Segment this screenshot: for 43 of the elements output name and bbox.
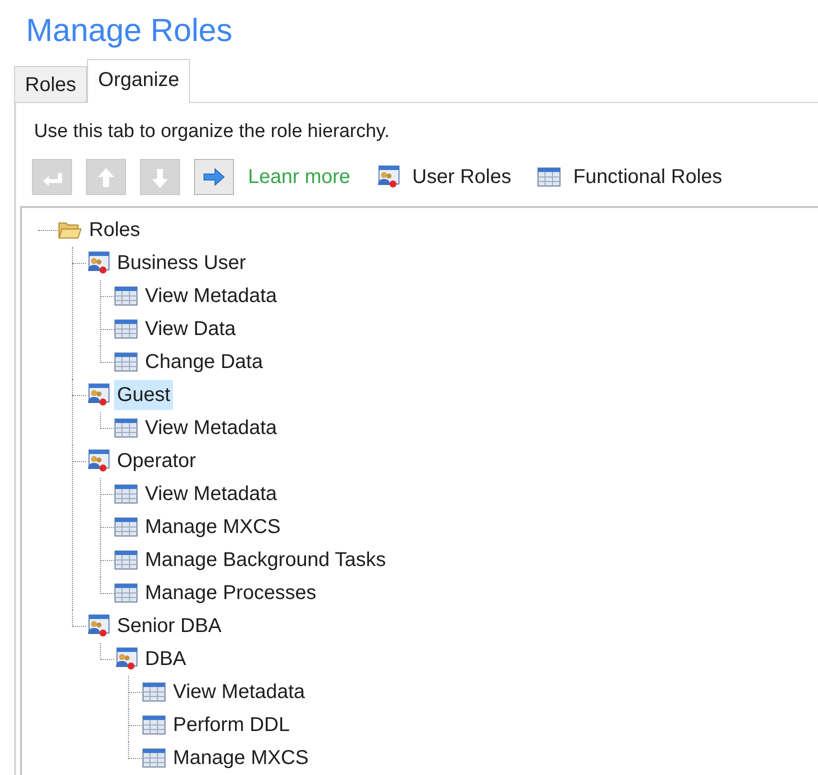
tree-item[interactable]: View Metadata bbox=[142, 413, 280, 443]
tree-item[interactable]: Roles bbox=[86, 215, 144, 245]
tree-item[interactable]: Perform DDL bbox=[170, 710, 293, 740]
table-icon bbox=[114, 550, 138, 570]
tree-item[interactable]: Change Data bbox=[142, 347, 266, 377]
tree-item[interactable]: Operator bbox=[114, 446, 199, 476]
tree-item[interactable]: View Metadata bbox=[170, 677, 308, 707]
tree-item[interactable]: Manage Processes bbox=[142, 578, 320, 608]
tab[interactable]: Roles bbox=[14, 66, 88, 102]
user-role-icon bbox=[86, 449, 110, 473]
move-right-button[interactable] bbox=[194, 158, 234, 194]
folder-icon bbox=[58, 220, 82, 240]
user-role-icon bbox=[86, 614, 110, 638]
description-text: Use this tab to organize the role hierarchy. bbox=[34, 120, 391, 144]
tree-item[interactable]: View Metadata bbox=[142, 281, 280, 311]
tree-item[interactable]: Senior DBA bbox=[114, 611, 224, 641]
user-role-icon bbox=[86, 383, 110, 407]
tree-item[interactable]: Guest bbox=[114, 380, 174, 410]
tree-item[interactable]: View Data bbox=[142, 314, 239, 344]
table-icon bbox=[142, 682, 166, 702]
user-roles-button[interactable]: User Roles bbox=[376, 162, 512, 192]
table-icon bbox=[114, 352, 138, 372]
tree-item[interactable]: Manage Background Tasks bbox=[142, 545, 389, 575]
tab[interactable]: Organize bbox=[87, 59, 190, 103]
tree-item[interactable]: Business User bbox=[114, 248, 249, 278]
tree-item[interactable]: Manage MXCS bbox=[142, 512, 284, 542]
functional-roles-button[interactable]: Functional Roles bbox=[537, 162, 722, 192]
table-icon bbox=[114, 286, 138, 306]
table-icon bbox=[537, 166, 562, 186]
table-icon bbox=[142, 748, 166, 768]
table-icon bbox=[114, 583, 138, 603]
page-title: Manage Roles bbox=[26, 11, 234, 50]
user-role-icon bbox=[86, 251, 110, 275]
table-icon bbox=[114, 517, 138, 537]
table-icon bbox=[114, 418, 138, 438]
tree-item[interactable]: DBA bbox=[142, 644, 190, 674]
user-role-icon bbox=[376, 164, 400, 188]
tree-item[interactable]: Manage MXCS bbox=[170, 743, 312, 773]
table-icon bbox=[142, 715, 166, 735]
user-role-icon bbox=[114, 647, 138, 671]
table-icon bbox=[114, 484, 138, 504]
table-icon bbox=[114, 319, 138, 339]
tree-item[interactable]: View Metadata bbox=[142, 479, 280, 509]
